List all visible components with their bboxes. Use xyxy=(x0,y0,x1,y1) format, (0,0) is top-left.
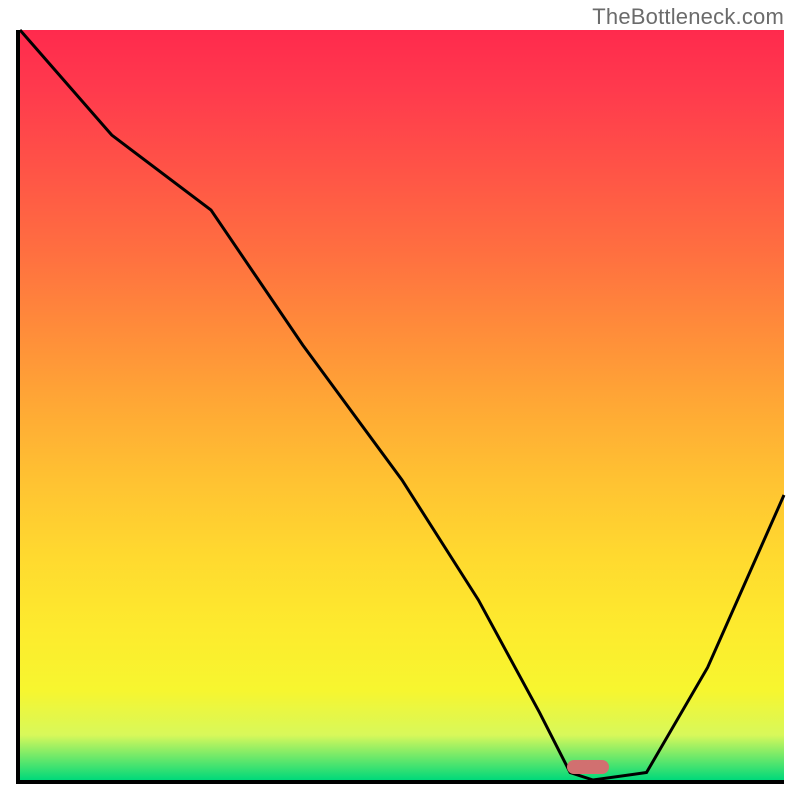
watermark-text: TheBottleneck.com xyxy=(592,4,784,30)
bottleneck-curve xyxy=(20,30,784,780)
chart-plot-area xyxy=(16,30,784,784)
optimal-marker xyxy=(567,760,609,774)
curve-path xyxy=(20,30,784,780)
